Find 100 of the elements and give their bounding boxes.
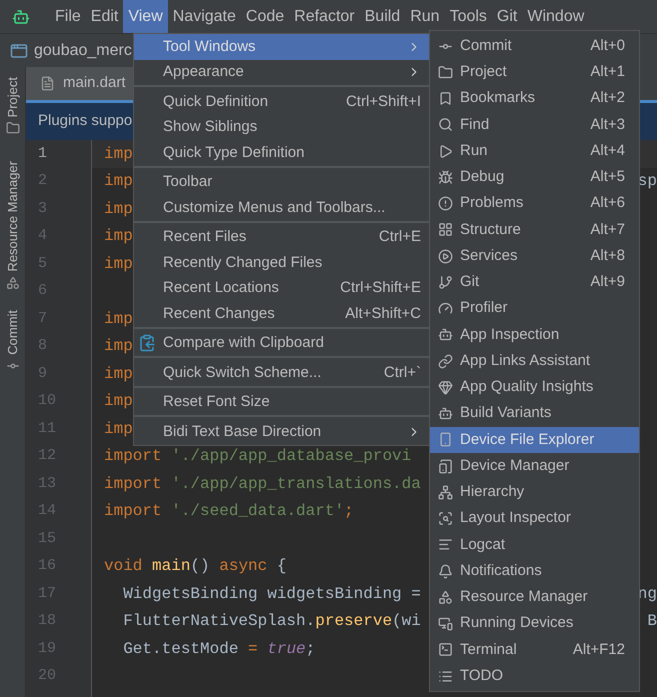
banner-text: Plugins suppo	[38, 111, 132, 132]
menu-item[interactable]: Customize Menus and Toolbars...	[134, 195, 429, 220]
code-line: imp	[104, 198, 133, 220]
shapes-icon	[6, 276, 20, 290]
code-line: imp	[104, 254, 133, 275]
menu-item[interactable]: Device File Explorer	[430, 426, 639, 453]
code-line: imp	[104, 308, 133, 330]
code-line: import './app/app_database_provi	[104, 446, 412, 468]
menu-bar-item[interactable]: Refactor	[289, 0, 360, 33]
menu-item[interactable]: Notifications	[430, 558, 639, 584]
menu-item[interactable]: Tool Windows	[134, 34, 429, 60]
code-line: import './app/app_translations.da	[104, 474, 421, 495]
code-line: Get.testMode = true;	[122, 638, 316, 660]
link-icon	[438, 354, 453, 369]
menu-bar-item[interactable]: Navigate	[168, 0, 241, 33]
code-line: void main() async {	[104, 556, 286, 578]
menu-item[interactable]: App Inspection	[430, 322, 639, 348]
menu-item[interactable]: Quick Type Definition	[134, 140, 429, 166]
menu-item[interactable]: Resource Manager	[430, 584, 639, 610]
line-number: 1	[38, 144, 48, 164]
menu-item[interactable]: Build Variants	[430, 400, 639, 427]
tool-window-tab[interactable]: Resource Manager	[2, 161, 22, 272]
code-line: imp	[104, 171, 133, 192]
code-fragment: B	[647, 611, 657, 632]
devices-icon	[438, 616, 453, 632]
code-line: imp	[104, 336, 133, 358]
folder-icon	[438, 64, 453, 80]
branch-icon	[438, 274, 453, 290]
menu-item[interactable]: Hierarchy	[430, 479, 639, 506]
menu-item[interactable]: Git Alt+9	[430, 269, 639, 296]
menu-item[interactable]: Layout Inspector	[430, 506, 639, 532]
shapes-icon	[438, 590, 453, 605]
lines-icon	[438, 537, 453, 552]
menu-item[interactable]: Compare with Clipboard	[134, 330, 429, 356]
code-fragment: sp	[638, 171, 657, 192]
menu-bar-item[interactable]: File	[50, 0, 86, 33]
menu-item[interactable]: Debug Alt+5	[430, 164, 639, 190]
menu-bar-item[interactable]: Tools	[444, 0, 492, 33]
phone-icon	[438, 432, 453, 448]
menu-item[interactable]: Problems Alt+6	[430, 190, 639, 217]
gauge-icon	[438, 301, 453, 316]
menu-item[interactable]: Quick Switch Scheme... Ctrl+`	[134, 360, 429, 386]
project-icon	[10, 42, 28, 60]
code-line: import './seed_data.dart';	[104, 501, 354, 522]
menu-item[interactable]: Recent Locations Ctrl+Shift+E	[134, 276, 429, 301]
alert-icon	[438, 196, 453, 212]
code-line: imp	[104, 364, 133, 385]
menu-item[interactable]: Structure Alt+7	[430, 216, 639, 243]
file-icon	[40, 76, 55, 91]
structure-icon	[438, 222, 453, 238]
menu-item[interactable]: Reset Font Size	[134, 390, 429, 415]
bell-icon	[438, 564, 453, 579]
menu-item[interactable]: Recent Files Ctrl+E	[134, 224, 429, 250]
menu-item[interactable]: App Links Assistant	[430, 348, 639, 374]
menu-item[interactable]: Services Alt+8	[430, 243, 639, 270]
menu-bar-item[interactable]: Edit	[86, 0, 124, 33]
code-line: WidgetsBinding widgetsBinding =	[122, 584, 421, 605]
menu-item[interactable]: Profiler	[430, 296, 639, 322]
inspector-icon	[438, 511, 453, 526]
menu-bar-item[interactable]: Build	[360, 0, 406, 33]
code-line: imp	[104, 391, 133, 412]
bug-icon	[438, 170, 453, 185]
hierarchy-icon	[438, 484, 453, 500]
project-title[interactable]: goubao_merc	[34, 38, 132, 62]
code-line: FlutterNativeSplash.preserve(wi	[122, 611, 421, 632]
folder-icon	[6, 121, 20, 136]
menu-item[interactable]: Commit Alt+0	[430, 33, 639, 60]
code-line: imp	[104, 418, 133, 440]
menu-bar-item[interactable]: View	[123, 0, 168, 33]
menu-item[interactable]: Find Alt+3	[430, 112, 639, 138]
menu-item[interactable]: Project Alt+1	[430, 59, 639, 86]
search-icon	[438, 117, 453, 132]
menu-bar-item[interactable]: Git	[492, 0, 522, 33]
menu-item[interactable]: Recent Changes Alt+Shift+C	[134, 301, 429, 326]
tool-window-tab[interactable]: Commit	[2, 310, 22, 355]
menu-item[interactable]: App Quality Insights	[430, 374, 639, 400]
gem-icon	[438, 380, 453, 395]
play-icon	[438, 144, 453, 159]
tool-window-tab[interactable]: Project	[2, 77, 22, 118]
services-icon	[438, 248, 453, 264]
robot-icon	[438, 327, 453, 342]
menu-item[interactable]: Recently Changed Files	[134, 250, 429, 276]
menu-item[interactable]: Run Alt+4	[430, 138, 639, 164]
bookmark-icon	[438, 91, 453, 106]
code-line: imp	[104, 226, 133, 248]
menu-bar-item[interactable]: Code	[240, 0, 290, 33]
menu-item[interactable]: Terminal Alt+F12	[430, 636, 639, 663]
menu-item[interactable]: Bookmarks Alt+2	[430, 86, 639, 112]
menu-item[interactable]: TODO	[430, 663, 639, 690]
menu-item[interactable]: Device Manager	[430, 453, 639, 480]
list-icon	[438, 668, 453, 684]
menu-item[interactable]: Logcat	[430, 532, 639, 558]
devices-icon	[438, 458, 453, 474]
menu-item[interactable]: Show Siblings	[134, 114, 429, 140]
menu-bar-item[interactable]: Run	[405, 0, 445, 33]
menu-item[interactable]: Running Devices	[430, 610, 639, 637]
menu-bar-item[interactable]: Window	[522, 0, 590, 33]
code-line: imp	[104, 144, 133, 165]
menu-item[interactable]: Toolbar	[134, 170, 429, 195]
menu-item[interactable]: Bidi Text Base Direction	[134, 419, 429, 444]
